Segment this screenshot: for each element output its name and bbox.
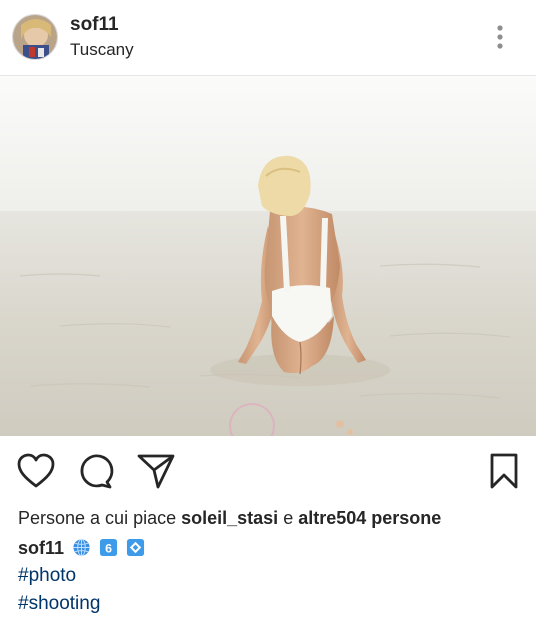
action-bar: [0, 436, 536, 506]
avatar-image: [13, 15, 57, 59]
post-header: sof11 Tuscany: [0, 0, 536, 76]
post-location[interactable]: Tuscany: [70, 40, 134, 60]
more-options-button[interactable]: [486, 20, 514, 54]
hashtag-shooting[interactable]: #shooting: [18, 593, 100, 615]
likes-others[interactable]: altre504 persone: [298, 508, 441, 528]
share-button[interactable]: [136, 452, 176, 490]
like-button[interactable]: [16, 452, 56, 490]
number-six-emoji-icon: 6: [100, 538, 118, 557]
bookmark-icon: [490, 453, 518, 489]
avatar[interactable]: [12, 14, 58, 60]
comment-button[interactable]: [76, 452, 116, 490]
post-username[interactable]: sof11: [70, 14, 119, 36]
post-photo[interactable]: [0, 76, 536, 436]
cut-off-text-line: [18, 626, 318, 633]
liker-username[interactable]: soleil_stasi: [181, 508, 278, 528]
caption: sof11 6: [18, 538, 145, 559]
post-image: [0, 76, 536, 436]
speech-bubble-icon: [80, 454, 114, 489]
heart-icon: [17, 453, 55, 488]
likes-prefix: Persone a cui piace: [18, 508, 177, 528]
likes-summary[interactable]: Persone a cui piace soleil_stasi e altre…: [18, 508, 441, 529]
likes-conjunction: e: [283, 508, 294, 528]
hashtag-photo[interactable]: #photo: [18, 565, 76, 587]
paper-plane-icon: [137, 454, 175, 489]
caption-username[interactable]: sof11: [18, 538, 64, 558]
globe-emoji-icon: [73, 538, 90, 557]
emoji-six-text: 6: [105, 541, 112, 555]
vertical-ellipsis-icon: [497, 25, 503, 49]
blue-diamond-emoji-icon: [127, 538, 145, 557]
save-button[interactable]: [484, 452, 524, 490]
